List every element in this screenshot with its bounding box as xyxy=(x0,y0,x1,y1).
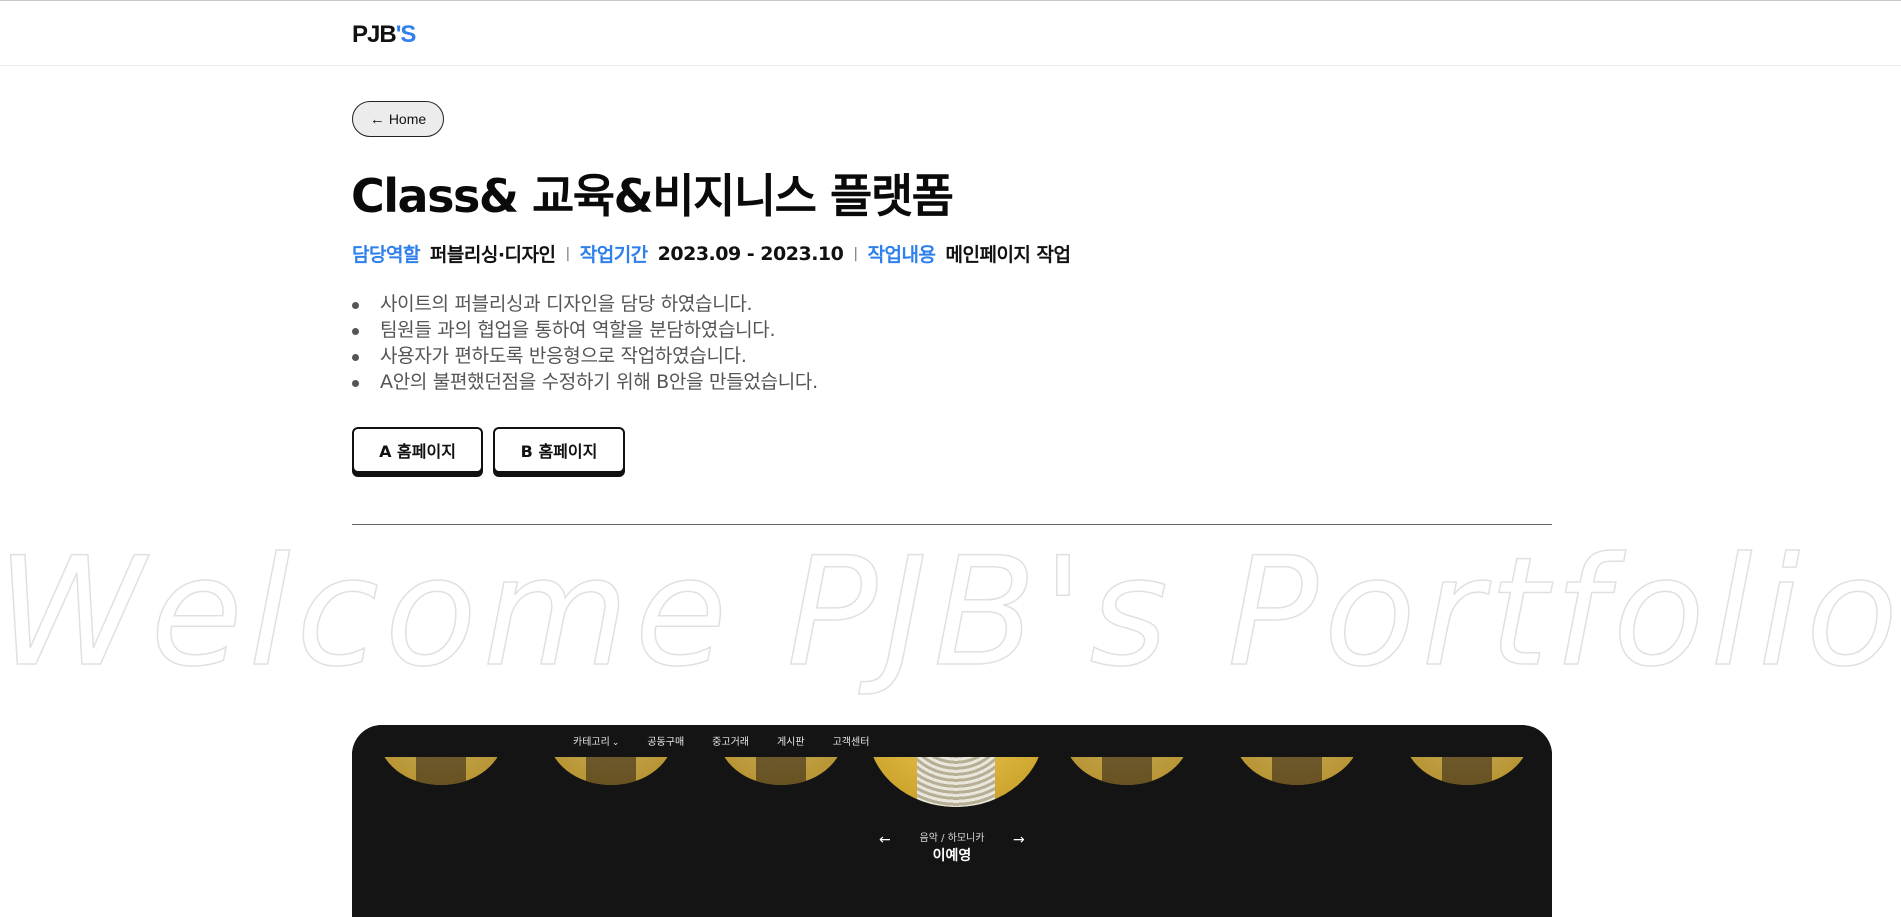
preview-nav-item[interactable]: 중고거래 xyxy=(712,733,749,748)
instructor-category: 음악 / 하모니카 xyxy=(919,833,985,844)
preview-nav-item[interactable]: 게시판 xyxy=(777,733,805,748)
logo-main-text: PJB xyxy=(352,21,397,48)
chevron-down-icon: ⌄ xyxy=(611,738,620,748)
list-item: A안의 불편했던점을 수정하기 위해 B안을 만들었습니다. xyxy=(352,369,818,395)
meta-separator: | xyxy=(853,245,858,262)
preview-nav-item[interactable]: 카테고리 ⌄ xyxy=(573,733,619,748)
b-homepage-button[interactable]: B 홈페이지 xyxy=(493,427,625,473)
logo-accent-text: 'S xyxy=(395,21,417,48)
a-homepage-button[interactable]: A 홈페이지 xyxy=(352,427,483,473)
list-item: 사이트의 퍼블리싱과 디자인을 담당 하였습니다. xyxy=(352,291,818,317)
meta-separator: | xyxy=(565,245,571,262)
list-item: 팀원들 과의 협업을 통하여 역할을 분담하였습니다. xyxy=(352,317,818,343)
project-preview: 카테고리 ⌄ 공동구매 중고거래 게시판 고객센터 ← 음악 / 하모니카 이예영… xyxy=(352,725,1552,917)
home-button[interactable]: ← Home xyxy=(352,101,444,137)
project-title: Class& 교육&비지니스 플랫폼 xyxy=(351,169,954,223)
project-description-list: 사이트의 퍼블리싱과 디자인을 담당 하였습니다. 팀원들 과의 협업을 통하여… xyxy=(352,291,818,395)
preview-nav-item[interactable]: 고객센터 xyxy=(833,733,870,748)
meta-period-value: 2023.09 - 2023.10 xyxy=(657,242,844,265)
list-item: 사용자가 편하도록 반응형으로 작업하였습니다. xyxy=(352,343,818,369)
meta-work-label: 작업내용 xyxy=(867,244,936,266)
preview-nav: 카테고리 ⌄ 공동구매 중고거래 게시판 고객센터 xyxy=(573,733,869,748)
section-divider xyxy=(352,524,1552,525)
preview-nav-bar xyxy=(352,725,1552,757)
instructor-name: 이예영 xyxy=(932,848,972,864)
welcome-text: Welcome PJB's Portfolio xyxy=(0,536,1901,696)
site-header: PJB'S xyxy=(0,1,1901,66)
welcome-outline-text: Welcome PJB's Portfolio xyxy=(0,536,1901,696)
preview-nav-item[interactable]: 공동구매 xyxy=(647,733,684,748)
home-button-label: Home xyxy=(388,111,427,127)
meta-work-value: 메인페이지 작업 xyxy=(945,244,1071,266)
site-logo[interactable]: PJB'S xyxy=(352,21,417,49)
arrow-right-icon[interactable]: → xyxy=(1013,833,1025,847)
meta-period-label: 작업기간 xyxy=(579,244,648,266)
meta-role-value: 퍼블리싱·디자인 xyxy=(429,244,556,266)
project-meta: 담당역할 퍼블리싱·디자인 | 작업기간 2023.09 - 2023.10 |… xyxy=(352,240,1071,267)
arrow-left-icon: ← xyxy=(369,110,385,128)
meta-role-label: 담당역할 xyxy=(352,244,420,266)
